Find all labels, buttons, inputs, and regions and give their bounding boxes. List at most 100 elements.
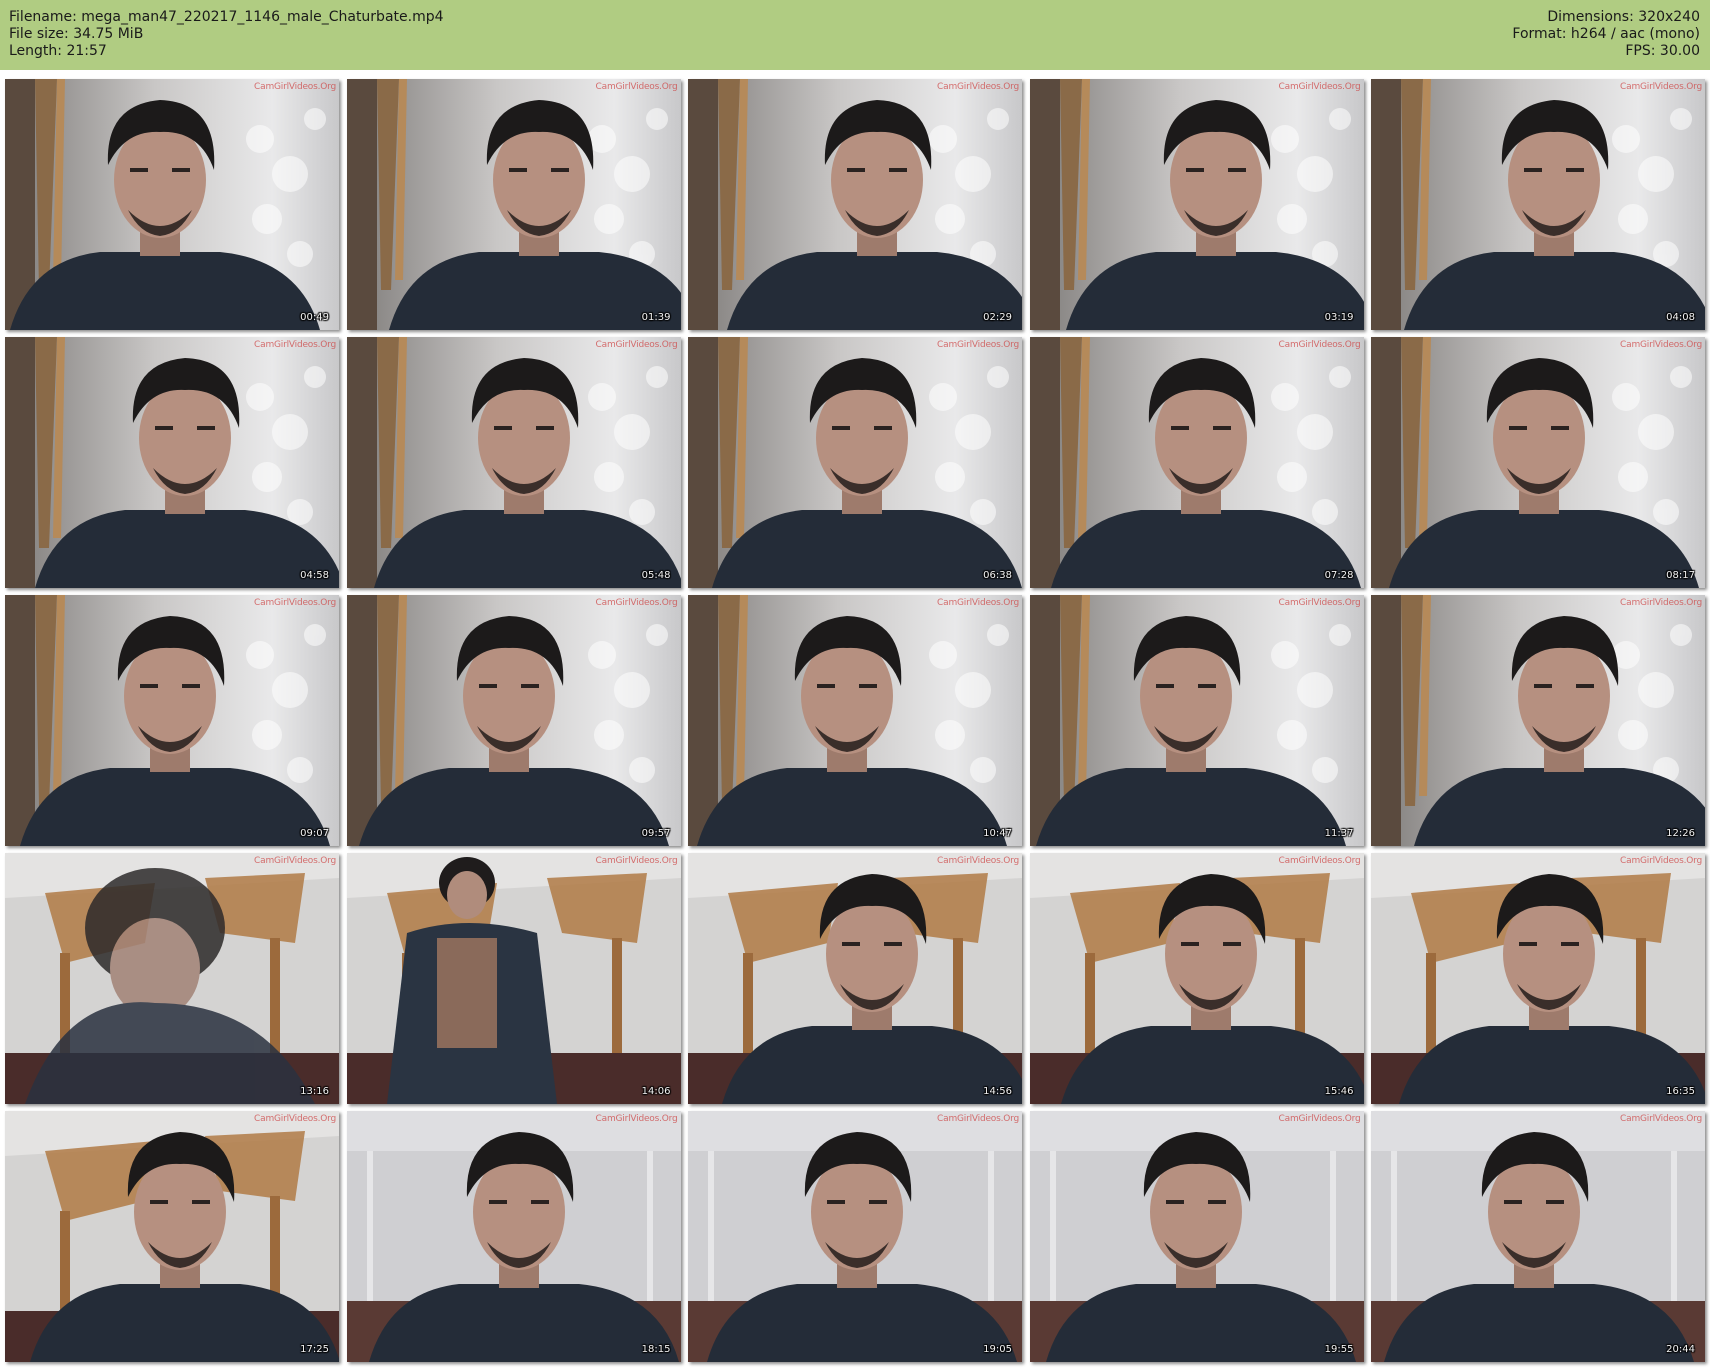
frame-image (688, 1111, 1022, 1362)
frame-image (688, 595, 1022, 846)
timestamp-label: 04:58 (300, 570, 329, 581)
watermark-text: CamGirlVideos.Org (254, 1114, 336, 1124)
timestamp-label: 19:55 (1324, 1344, 1354, 1355)
video-thumbnail: CamGirlVideos.Org 16:35 (1371, 853, 1705, 1104)
video-thumbnail: CamGirlVideos.Org 08:17 (1371, 337, 1705, 588)
frame-image (5, 853, 339, 1104)
video-thumbnail: CamGirlVideos.Org 03:19 (1029, 79, 1364, 330)
video-thumbnail: CamGirlVideos.Org 06:38 (688, 337, 1022, 588)
video-thumbnail: CamGirlVideos.Org 17:25 (5, 1111, 339, 1362)
video-thumbnail: CamGirlVideos.Org 11:37 (1029, 595, 1364, 846)
timestamp-label: 09:57 (641, 828, 671, 839)
watermark-text: CamGirlVideos.Org (1620, 82, 1702, 92)
filename-text: Filename: mega_man47_220217_1146_male_Ch… (9, 9, 444, 25)
frame-image (688, 79, 1022, 330)
timestamp-label: 01:39 (641, 312, 671, 323)
video-thumbnail: CamGirlVideos.Org 10:47 (688, 595, 1022, 846)
timestamp-label: 02:29 (983, 312, 1012, 323)
video-thumbnail: CamGirlVideos.Org 09:07 (5, 595, 339, 846)
frame-image (5, 79, 339, 330)
frame-image (688, 337, 1022, 588)
video-thumbnail: CamGirlVideos.Org 01:39 (346, 79, 681, 330)
timestamp-label: 19:05 (983, 1344, 1012, 1355)
timestamp-label: 17:25 (300, 1344, 329, 1355)
watermark-text: CamGirlVideos.Org (595, 340, 678, 350)
info-header: Filename: mega_man47_220217_1146_male_Ch… (0, 0, 1710, 70)
watermark-text: CamGirlVideos.Org (937, 340, 1019, 350)
frame-image (1371, 79, 1705, 330)
timestamp-label: 14:06 (641, 1086, 671, 1097)
video-thumbnail: CamGirlVideos.Org 14:06 (346, 853, 681, 1104)
timestamp-label: 00:49 (300, 312, 329, 323)
watermark-text: CamGirlVideos.Org (1620, 598, 1702, 608)
info-right: Dimensions: 320x240 Format: h264 / aac (… (1512, 9, 1700, 60)
video-thumbnail: CamGirlVideos.Org 13:16 (5, 853, 339, 1104)
watermark-text: CamGirlVideos.Org (1278, 340, 1361, 350)
watermark-text: CamGirlVideos.Org (1620, 856, 1702, 866)
frame-image (1029, 853, 1364, 1104)
timestamp-label: 12:26 (1666, 828, 1695, 839)
video-thumbnail: CamGirlVideos.Org 00:49 (5, 79, 339, 330)
timestamp-label: 05:48 (641, 570, 671, 581)
video-thumbnail: CamGirlVideos.Org 05:48 (346, 337, 681, 588)
timestamp-label: 09:07 (300, 828, 329, 839)
info-left: Filename: mega_man47_220217_1146_male_Ch… (9, 9, 444, 60)
video-thumbnail: CamGirlVideos.Org 20:44 (1371, 1111, 1705, 1362)
watermark-text: CamGirlVideos.Org (595, 856, 678, 866)
video-thumbnail: CamGirlVideos.Org 12:26 (1371, 595, 1705, 846)
watermark-text: CamGirlVideos.Org (937, 1114, 1019, 1124)
watermark-text: CamGirlVideos.Org (595, 598, 678, 608)
watermark-text: CamGirlVideos.Org (254, 856, 336, 866)
frame-image (5, 337, 339, 588)
frame-image (5, 595, 339, 846)
watermark-text: CamGirlVideos.Org (1278, 1114, 1361, 1124)
watermark-text: CamGirlVideos.Org (595, 1114, 678, 1124)
frame-image (1029, 595, 1364, 846)
video-thumbnail: CamGirlVideos.Org 18:15 (346, 1111, 681, 1362)
frame-image (1371, 595, 1705, 846)
frame-image (346, 79, 681, 330)
video-thumbnail: CamGirlVideos.Org 19:05 (688, 1111, 1022, 1362)
frame-image (346, 595, 681, 846)
timestamp-label: 13:16 (300, 1086, 329, 1097)
watermark-text: CamGirlVideos.Org (937, 598, 1019, 608)
watermark-text: CamGirlVideos.Org (254, 82, 336, 92)
timestamp-label: 16:35 (1666, 1086, 1695, 1097)
frame-image (1371, 853, 1705, 1104)
frame-image (1371, 337, 1705, 588)
watermark-text: CamGirlVideos.Org (1278, 856, 1361, 866)
length-text: Length: 21:57 (9, 43, 107, 59)
filesize-text: File size: 34.75 MiB (9, 26, 144, 42)
video-thumbnail: CamGirlVideos.Org 02:29 (688, 79, 1022, 330)
timestamp-label: 07:28 (1324, 570, 1354, 581)
timestamp-label: 10:47 (983, 828, 1012, 839)
video-thumbnail: CamGirlVideos.Org 19:55 (1029, 1111, 1364, 1362)
watermark-text: CamGirlVideos.Org (1278, 82, 1361, 92)
timestamp-label: 18:15 (641, 1344, 671, 1355)
timestamp-label: 14:56 (983, 1086, 1012, 1097)
watermark-text: CamGirlVideos.Org (937, 856, 1019, 866)
frame-image (5, 1111, 339, 1362)
watermark-text: CamGirlVideos.Org (1620, 340, 1702, 350)
watermark-text: CamGirlVideos.Org (1620, 1114, 1702, 1124)
video-thumbnail: CamGirlVideos.Org 15:46 (1029, 853, 1364, 1104)
watermark-text: CamGirlVideos.Org (254, 340, 336, 350)
video-thumbnail: CamGirlVideos.Org 04:08 (1371, 79, 1705, 330)
timestamp-label: 06:38 (983, 570, 1012, 581)
video-thumbnail: CamGirlVideos.Org 07:28 (1029, 337, 1364, 588)
frame-image (1371, 1111, 1705, 1362)
frame-image (1029, 1111, 1364, 1362)
timestamp-label: 04:08 (1666, 312, 1695, 323)
watermark-text: CamGirlVideos.Org (937, 82, 1019, 92)
frame-image (346, 853, 681, 1104)
timestamp-label: 08:17 (1666, 570, 1695, 581)
frame-image (1029, 79, 1364, 330)
frame-image (346, 337, 681, 588)
video-thumbnail: CamGirlVideos.Org 04:58 (5, 337, 339, 588)
watermark-text: CamGirlVideos.Org (1278, 598, 1361, 608)
watermark-text: CamGirlVideos.Org (254, 598, 336, 608)
frame-image (1029, 337, 1364, 588)
video-thumbnail: CamGirlVideos.Org 14:56 (688, 853, 1022, 1104)
fps-text: FPS: 30.00 (1625, 43, 1700, 59)
thumbnail-grid: CamGirlVideos.Org 00:49 CamGirlVideos.Or… (5, 79, 1705, 1362)
